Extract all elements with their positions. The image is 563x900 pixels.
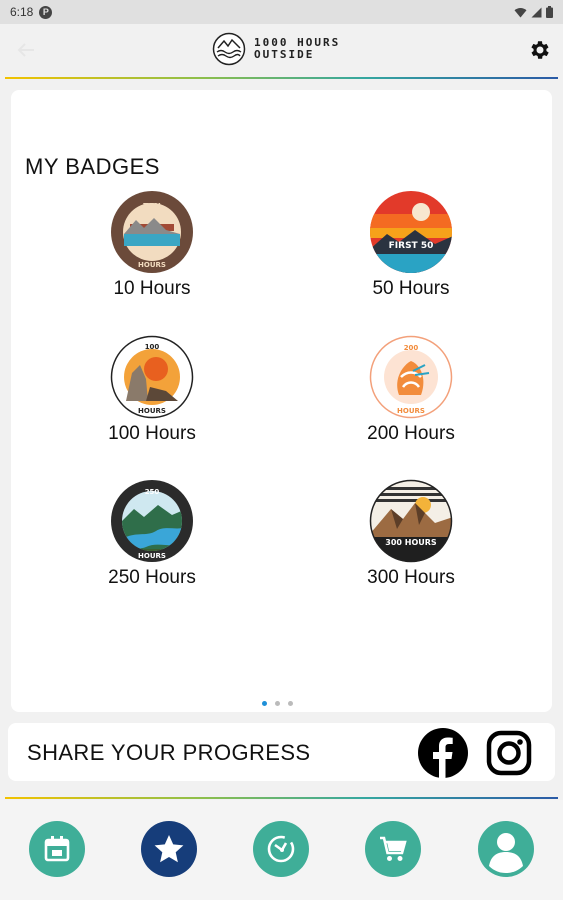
notification-icon: P: [39, 5, 53, 19]
tab-badges[interactable]: [141, 821, 197, 877]
badge-label: 300 Hours: [367, 567, 455, 588]
bottom-tab-bar: [0, 800, 563, 900]
svg-text:100: 100: [145, 343, 160, 351]
svg-text:TEN: TEN: [143, 202, 161, 211]
pager-dot-3[interactable]: [288, 701, 293, 706]
app-logo: 1000 HOURS OUTSIDE: [212, 32, 340, 66]
svg-text:FIRST 50: FIRST 50: [389, 241, 434, 251]
badge-100-hours[interactable]: 100 HOURS 100 Hours: [72, 335, 232, 445]
tab-shop[interactable]: [365, 821, 421, 877]
badge-300-hours[interactable]: 300 HOURS 300 Hours: [331, 479, 491, 589]
share-card: SHARE YOUR PROGRESS: [8, 723, 555, 781]
pager-dot-1[interactable]: [262, 701, 267, 706]
share-title: SHARE YOUR PROGRESS: [27, 740, 311, 765]
tab-profile[interactable]: [478, 821, 534, 877]
header-divider: [5, 77, 558, 79]
app-header: 1000 HOURS OUTSIDE: [0, 24, 563, 76]
logo-mark-icon: [212, 32, 246, 66]
logo-line-2: OUTSIDE: [254, 48, 315, 61]
pager-dot-2[interactable]: [275, 701, 280, 706]
gear-icon[interactable]: [528, 38, 552, 62]
instagram-icon[interactable]: [486, 730, 532, 776]
badge-200-hours-art: 200 HOURS: [369, 335, 453, 419]
battery-icon: [546, 6, 553, 18]
person-icon: [489, 833, 523, 873]
wifi-icon: [514, 7, 527, 17]
badge-label: 250 Hours: [108, 567, 196, 588]
svg-text:HOURS: HOURS: [138, 407, 166, 415]
badges-pager: [262, 701, 293, 706]
timer-icon: [267, 835, 295, 863]
badge-label: 200 Hours: [367, 423, 455, 444]
badge-50-hours-art: FIRST 50: [370, 191, 452, 273]
badge-label: 50 Hours: [372, 278, 450, 299]
badge-200-hours[interactable]: 200 HOURS 200 Hours: [331, 335, 491, 445]
badges-card: MY BADGES TEN HOURS 10 Hours FIRST 50 50…: [11, 90, 552, 712]
star-icon: [154, 835, 184, 863]
badge-250-hours-art: 250 HOURS: [111, 480, 193, 562]
svg-text:HOURS: HOURS: [397, 407, 425, 415]
back-arrow-icon[interactable]: [14, 38, 38, 62]
svg-text:HOURS: HOURS: [138, 261, 166, 269]
svg-text:200: 200: [404, 344, 419, 352]
badge-100-hours-art: 100 HOURS: [110, 335, 194, 419]
badge-10-hours-art: TEN HOURS: [111, 191, 193, 273]
facebook-icon[interactable]: [418, 728, 468, 778]
tab-timer[interactable]: [253, 821, 309, 877]
calendar-icon: [44, 836, 70, 862]
svg-text:300 HOURS: 300 HOURS: [385, 538, 437, 547]
status-time: 6:18: [10, 5, 34, 19]
badge-300-hours-art: 300 HOURS: [369, 479, 453, 563]
badge-10-hours[interactable]: TEN HOURS 10 Hours: [72, 190, 232, 300]
badges-title: MY BADGES: [25, 154, 160, 179]
badge-label: 100 Hours: [108, 423, 196, 444]
footer-divider: [5, 797, 558, 799]
badge-label: 10 Hours: [113, 278, 191, 299]
signal-icon: [531, 7, 542, 17]
status-bar: 6:18 P: [0, 0, 563, 24]
cart-icon: [380, 836, 407, 861]
badge-250-hours[interactable]: 250 HOURS 250 Hours: [72, 479, 232, 589]
svg-text:HOURS: HOURS: [138, 552, 166, 560]
badge-50-hours[interactable]: FIRST 50 50 Hours: [331, 190, 491, 300]
svg-text:250: 250: [145, 488, 160, 496]
tab-calendar[interactable]: [29, 821, 85, 877]
